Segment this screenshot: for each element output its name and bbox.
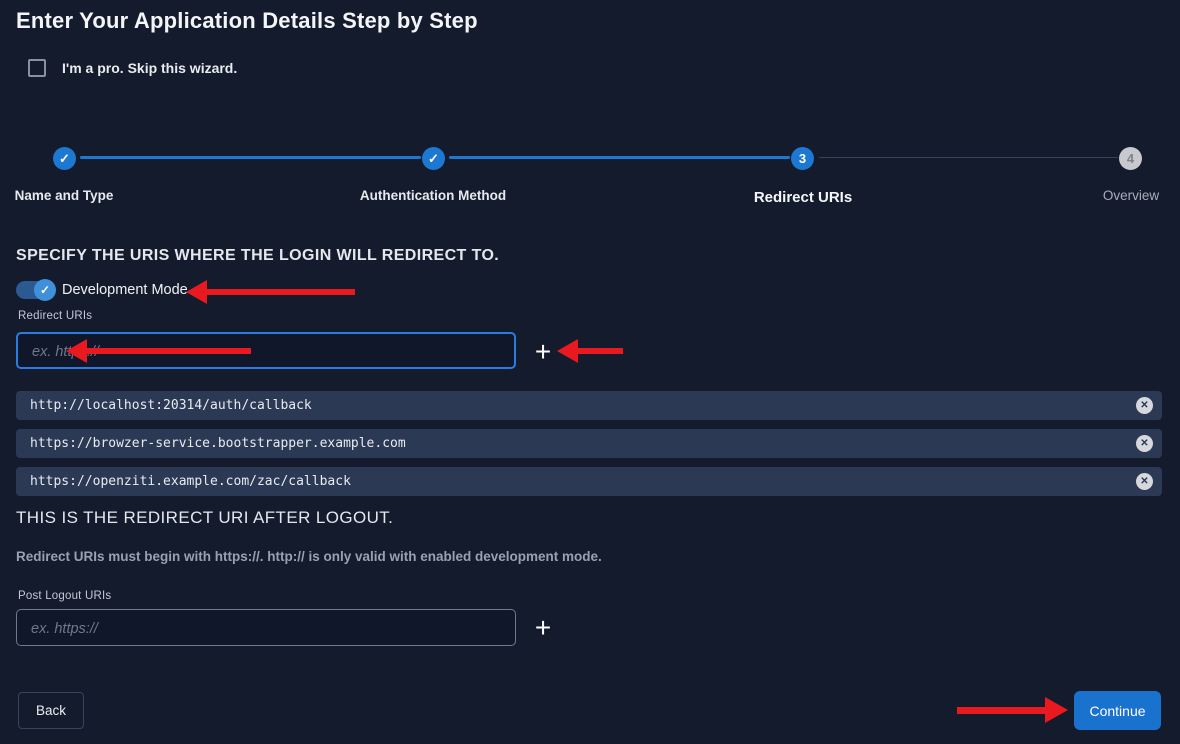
red-arrow-dev-mode	[186, 280, 355, 304]
development-mode-toggle[interactable]: ✓	[16, 281, 54, 299]
skip-wizard-label: I'm a pro. Skip this wizard.	[62, 60, 237, 76]
post-logout-field-label: Post Logout URIs	[18, 590, 111, 602]
check-icon: ✓	[428, 151, 439, 167]
step-3-label[interactable]: Redirect URIs	[754, 189, 852, 206]
remove-uri-icon[interactable]: ✕	[1136, 435, 1153, 452]
redirect-section-heading: SPECIFY THE URIS WHERE THE LOGIN WILL RE…	[16, 247, 499, 265]
back-button[interactable]: Back	[18, 692, 84, 729]
red-arrow-redirect-input	[66, 339, 251, 363]
add-redirect-uri-button[interactable]: +	[530, 337, 556, 367]
step-3-circle[interactable]: 3	[791, 147, 814, 170]
step-4-circle[interactable]: 4	[1119, 147, 1142, 170]
development-mode-label: Development Mode	[62, 282, 188, 298]
redirect-uri-list: http://localhost:20314/auth/callback ✕ h…	[16, 391, 1162, 505]
redirect-uris-field-label: Redirect URIs	[18, 310, 92, 322]
step-2-circle[interactable]: ✓	[422, 147, 445, 170]
redirect-uri-value: http://localhost:20314/auth/callback	[30, 398, 312, 413]
red-arrow-add-button	[557, 339, 623, 363]
check-icon: ✓	[59, 151, 70, 167]
red-arrow-continue	[957, 697, 1068, 723]
redirect-uri-value: https://browzer-service.bootstrapper.exa…	[30, 436, 406, 451]
step-2-label[interactable]: Authentication Method	[360, 188, 506, 203]
development-mode-toggle-row: ✓ Development Mode	[16, 281, 188, 299]
stepper-connector-3-4	[819, 157, 1118, 158]
redirect-uri-value: https://openziti.example.com/zac/callbac…	[30, 474, 351, 489]
page-title: Enter Your Application Details Step by S…	[16, 8, 478, 34]
stepper-connector-2-3	[449, 156, 790, 159]
step-4-number: 4	[1127, 151, 1134, 166]
redirect-uri-row: https://browzer-service.bootstrapper.exa…	[16, 429, 1162, 458]
post-logout-uri-input[interactable]	[16, 609, 516, 646]
remove-uri-icon[interactable]: ✕	[1136, 397, 1153, 414]
step-4-label[interactable]: Overview	[1103, 188, 1159, 203]
skip-wizard-checkbox[interactable]	[28, 59, 46, 77]
remove-uri-icon[interactable]: ✕	[1136, 473, 1153, 490]
skip-wizard-row[interactable]: I'm a pro. Skip this wizard.	[28, 59, 237, 77]
step-1-circle[interactable]: ✓	[53, 147, 76, 170]
continue-button[interactable]: Continue	[1074, 691, 1161, 730]
redirect-uri-note: Redirect URIs must begin with https://. …	[16, 549, 602, 564]
step-3-number: 3	[799, 151, 806, 166]
toggle-check-icon: ✓	[34, 279, 56, 301]
add-post-logout-uri-button[interactable]: +	[530, 613, 556, 643]
step-1-label[interactable]: Name and Type	[15, 188, 114, 203]
logout-section-heading: THIS IS THE REDIRECT URI AFTER LOGOUT.	[16, 508, 393, 528]
stepper-connector-1-2	[80, 156, 421, 159]
redirect-uri-row: https://openziti.example.com/zac/callbac…	[16, 467, 1162, 496]
application-wizard-page: Enter Your Application Details Step by S…	[0, 0, 1180, 744]
redirect-uri-row: http://localhost:20314/auth/callback ✕	[16, 391, 1162, 420]
